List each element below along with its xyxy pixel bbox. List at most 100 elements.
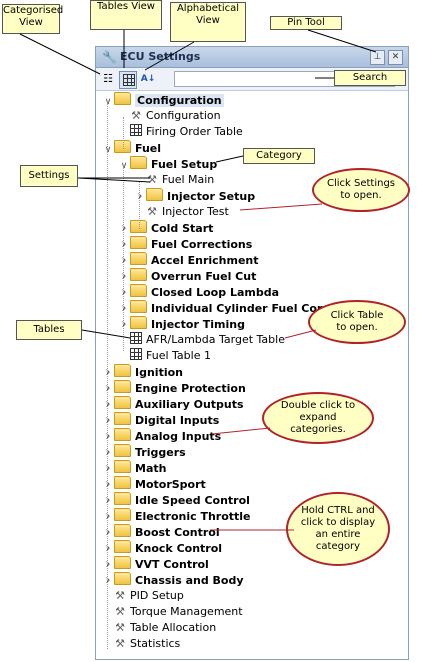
tree-item[interactable]: AFR/Lambda Target Table bbox=[118, 332, 285, 348]
tree-item[interactable]: › Injector Timing bbox=[118, 316, 245, 332]
tree-item-label: Fuel Main bbox=[162, 173, 215, 186]
tree-item-label: Overrun Fuel Cut bbox=[151, 270, 257, 283]
tree-guide-line bbox=[123, 165, 124, 351]
chevron-right-icon[interactable]: › bbox=[118, 317, 130, 333]
tree-item[interactable]: › Knock Control bbox=[102, 540, 222, 556]
pin-tool-callout: Pin Tool bbox=[270, 16, 342, 30]
tree-item[interactable]: ⚒ Table Allocation bbox=[102, 620, 216, 636]
tree-item[interactable]: › MotorSport bbox=[102, 476, 206, 492]
tree-item[interactable]: › Chassis and Body bbox=[102, 572, 244, 588]
chevron-down-icon[interactable]: ∨ bbox=[118, 158, 130, 174]
folder-icon bbox=[114, 380, 131, 393]
tree-item[interactable]: ∨ Fuel Setup bbox=[118, 156, 217, 172]
chevron-right-icon[interactable]: › bbox=[118, 285, 130, 301]
alphabetical-view-button[interactable]: A↓ bbox=[140, 71, 156, 87]
tree-item[interactable]: › Overrun Fuel Cut bbox=[118, 268, 256, 284]
chevron-right-icon[interactable]: › bbox=[102, 557, 114, 573]
folder-icon bbox=[114, 524, 131, 537]
tree-item-label: Boost Control bbox=[135, 526, 220, 539]
chevron-down-icon[interactable]: ∨ bbox=[102, 94, 114, 110]
tree-item-label: Ignition bbox=[135, 366, 183, 379]
close-icon[interactable]: ✕ bbox=[388, 50, 403, 65]
tree-item[interactable]: › Cold Start bbox=[118, 220, 213, 236]
folder-icon bbox=[130, 316, 147, 329]
ecu-settings-panel: 🔧 ECU Settings ⊥ ✕ ☷ A↓ ∨ Configuration ⚒ C… bbox=[95, 46, 409, 660]
chevron-right-icon[interactable]: › bbox=[102, 493, 114, 509]
chevron-right-icon[interactable]: › bbox=[102, 429, 114, 445]
chevron-right-icon[interactable]: › bbox=[102, 381, 114, 397]
tree-item-label: VVT Control bbox=[135, 558, 209, 571]
chevron-right-icon[interactable]: › bbox=[118, 221, 130, 237]
tree-item[interactable]: › Auxiliary Outputs bbox=[102, 396, 244, 412]
tree-item[interactable]: › Individual Cylinder Fuel Corr. bbox=[118, 300, 330, 316]
chevron-right-icon[interactable]: › bbox=[102, 397, 114, 413]
categorised-view-button[interactable]: ☷ bbox=[100, 71, 116, 87]
tree-item[interactable]: › Triggers bbox=[102, 444, 186, 460]
chevron-right-icon[interactable]: › bbox=[118, 237, 130, 253]
tree-item[interactable]: ⚒ Torque Management bbox=[102, 604, 243, 620]
wrench-icon: ⚒ bbox=[147, 205, 157, 218]
chevron-right-icon[interactable]: › bbox=[102, 509, 114, 525]
tree-item[interactable]: Fuel Table 1 bbox=[118, 348, 211, 364]
tree-item-label: Closed Loop Lambda bbox=[151, 286, 280, 299]
tree-guide-line bbox=[139, 181, 140, 229]
folder-icon bbox=[114, 364, 131, 377]
wrench-icon: ⚒ bbox=[147, 173, 157, 186]
folder-icon bbox=[130, 268, 147, 281]
tree-item[interactable]: › Ignition bbox=[102, 364, 183, 380]
tree-item-label: Configuration bbox=[146, 109, 221, 122]
tree-item[interactable]: ⚒ Fuel Main bbox=[134, 172, 214, 188]
chevron-right-icon[interactable]: › bbox=[102, 461, 114, 477]
chevron-right-icon[interactable]: › bbox=[102, 573, 114, 589]
tree-item[interactable]: ⚒ Statistics bbox=[102, 636, 180, 652]
tree-item[interactable]: ∨ Fuel bbox=[102, 140, 161, 156]
folder-icon bbox=[130, 252, 147, 265]
chevron-right-icon[interactable]: › bbox=[102, 413, 114, 429]
folder-icon bbox=[114, 412, 131, 425]
tree-item[interactable]: ⚒ Configuration bbox=[118, 108, 221, 124]
chevron-down-icon[interactable]: ∨ bbox=[102, 142, 114, 158]
tree-item[interactable]: ∨ Configuration bbox=[102, 92, 224, 108]
folder-icon bbox=[130, 236, 147, 249]
tree-item[interactable]: › Math bbox=[102, 460, 166, 476]
chevron-right-icon[interactable]: › bbox=[134, 189, 146, 205]
tree-item[interactable]: › Engine Protection bbox=[102, 380, 246, 396]
folder-icon bbox=[114, 556, 131, 569]
tree-item[interactable]: ⚒ Injector Test bbox=[134, 204, 229, 220]
tree-item-label: Table Allocation bbox=[130, 621, 217, 634]
chevron-right-icon[interactable]: › bbox=[102, 541, 114, 557]
tree-item[interactable]: › Boost Control bbox=[102, 524, 220, 540]
chevron-right-icon[interactable]: › bbox=[102, 445, 114, 461]
tree-item[interactable]: › Analog Inputs bbox=[102, 428, 221, 444]
tree-item[interactable]: › Idle Speed Control bbox=[102, 492, 250, 508]
tree-item[interactable]: › Injector Setup bbox=[134, 188, 255, 204]
wrench-icon: ⚒ bbox=[131, 109, 141, 122]
search-callout: Search bbox=[334, 70, 406, 86]
folder-icon bbox=[114, 428, 131, 441]
chevron-right-icon[interactable]: › bbox=[102, 477, 114, 493]
tree-item[interactable]: › Fuel Corrections bbox=[118, 236, 252, 252]
table-icon bbox=[130, 124, 142, 136]
tree-item-label: Torque Management bbox=[130, 605, 243, 618]
tree-item[interactable]: › Closed Loop Lambda bbox=[118, 284, 279, 300]
tree-item[interactable]: ⚒ PID Setup bbox=[102, 588, 184, 604]
chevron-right-icon[interactable]: › bbox=[118, 253, 130, 269]
tree-item[interactable]: › VVT Control bbox=[102, 556, 209, 572]
tree-item[interactable]: › Electronic Throttle bbox=[102, 508, 251, 524]
chevron-right-icon[interactable]: › bbox=[102, 525, 114, 541]
tree-item[interactable]: Firing Order Table bbox=[118, 124, 243, 140]
tree-item-label: Engine Protection bbox=[135, 382, 246, 395]
tree-item-label: Fuel bbox=[135, 142, 162, 155]
wrench-icon: 🔧 bbox=[102, 50, 117, 64]
wrench-icon: ⚒ bbox=[115, 637, 125, 650]
tree-item-label: Fuel Setup bbox=[151, 158, 218, 171]
chevron-right-icon[interactable]: › bbox=[118, 269, 130, 285]
chevron-right-icon[interactable]: › bbox=[118, 301, 130, 317]
table-icon bbox=[123, 74, 135, 86]
tree-item[interactable]: › Accel Enrichment bbox=[118, 252, 259, 268]
tables-callout: Tables bbox=[16, 320, 82, 340]
chevron-right-icon[interactable]: › bbox=[102, 365, 114, 381]
tree-item[interactable]: › Digital Inputs bbox=[102, 412, 219, 428]
tables-view-button[interactable] bbox=[119, 71, 137, 89]
pin-icon[interactable]: ⊥ bbox=[370, 50, 385, 65]
